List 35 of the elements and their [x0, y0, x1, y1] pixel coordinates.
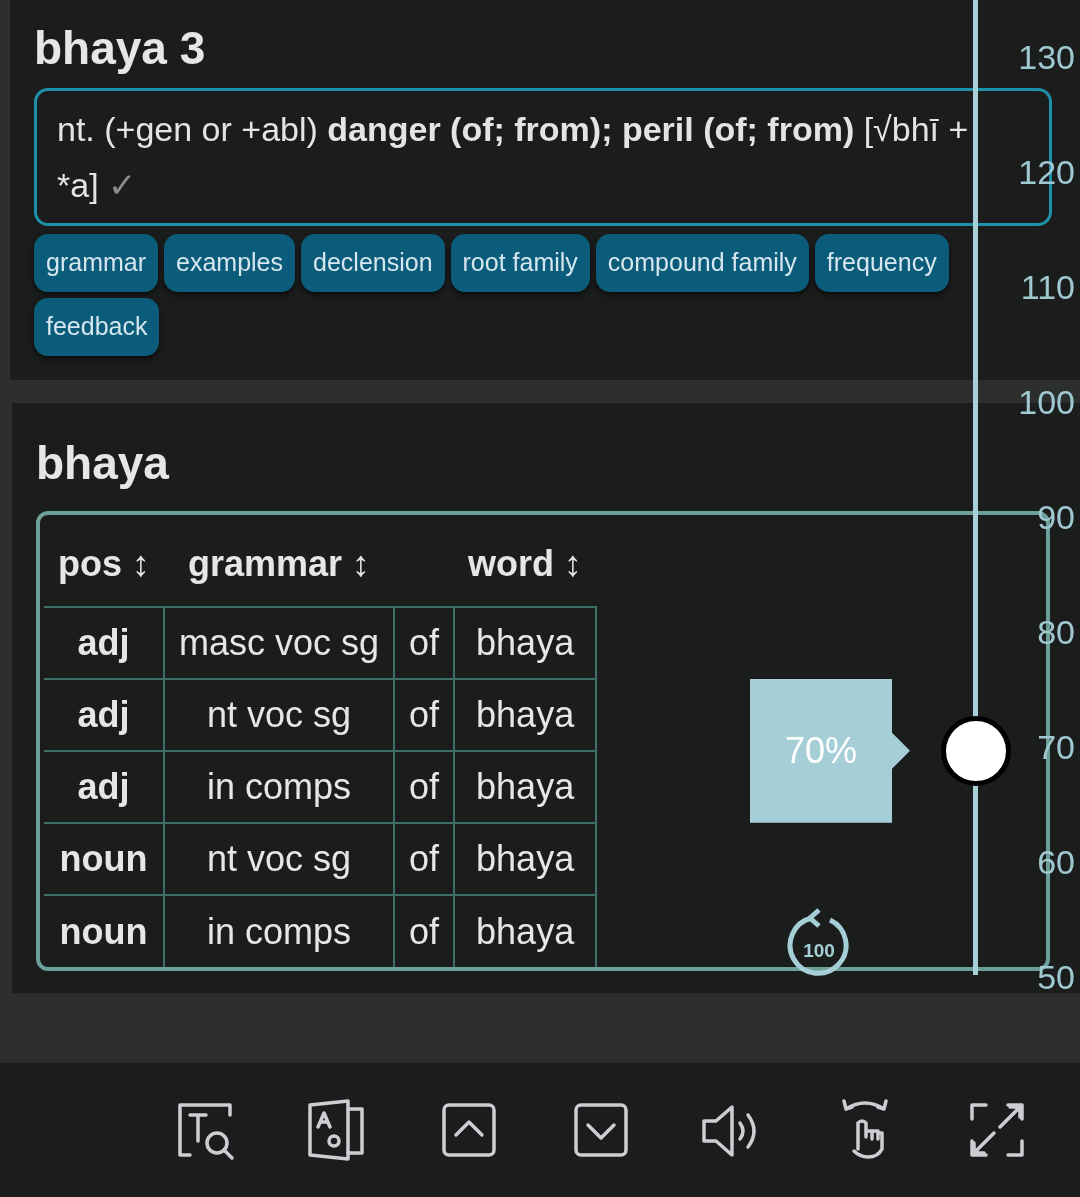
- section-button[interactable]: compound family: [595, 234, 809, 292]
- table-cell: bhaya: [454, 823, 597, 895]
- table-cell: of: [394, 751, 455, 823]
- scale-label: 100: [1017, 382, 1075, 423]
- table-cell: adj: [44, 679, 164, 751]
- table-cell: of: [394, 607, 455, 679]
- reset-zoom-button[interactable]: 100: [786, 908, 852, 982]
- entry-title: bhaya 3: [34, 22, 206, 74]
- section-button[interactable]: feedback: [34, 298, 160, 356]
- column-header[interactable]: grammar ↕: [188, 542, 371, 584]
- table-cell: noun: [44, 895, 164, 967]
- table-cell: adj: [44, 751, 164, 823]
- table-cell: nt voc sg: [164, 823, 395, 895]
- table-cell: adj: [44, 607, 164, 679]
- definition-text: nt. (+gen or +abl) danger (of; from); peril (of; from) [√bhī + *a] ✓: [57, 110, 969, 204]
- column-header[interactable]: pos ↕: [58, 542, 150, 584]
- table-cell: of: [394, 823, 455, 895]
- table-cell: in comps: [164, 751, 395, 823]
- section-button[interactable]: frequency: [814, 234, 949, 292]
- table-cell: of: [394, 679, 455, 751]
- scale-label: 50: [1036, 957, 1075, 998]
- entry-title: bhaya: [36, 437, 169, 489]
- table-cell: bhaya: [454, 751, 597, 823]
- section-button[interactable]: declension: [301, 234, 445, 292]
- table-cell: noun: [44, 823, 164, 895]
- scale-label: 110: [1019, 267, 1075, 308]
- table-cell: nt voc sg: [164, 679, 395, 751]
- column-header[interactable]: word ↕: [468, 542, 583, 584]
- section-button[interactable]: grammar: [34, 234, 158, 292]
- scale-label: 130: [1017, 37, 1075, 78]
- table-cell: masc voc sg: [164, 607, 395, 679]
- section-button[interactable]: root family: [450, 234, 590, 292]
- section-button[interactable]: examples: [164, 234, 295, 292]
- table-cell: bhaya: [454, 679, 597, 751]
- table-cell: bhaya: [454, 607, 597, 679]
